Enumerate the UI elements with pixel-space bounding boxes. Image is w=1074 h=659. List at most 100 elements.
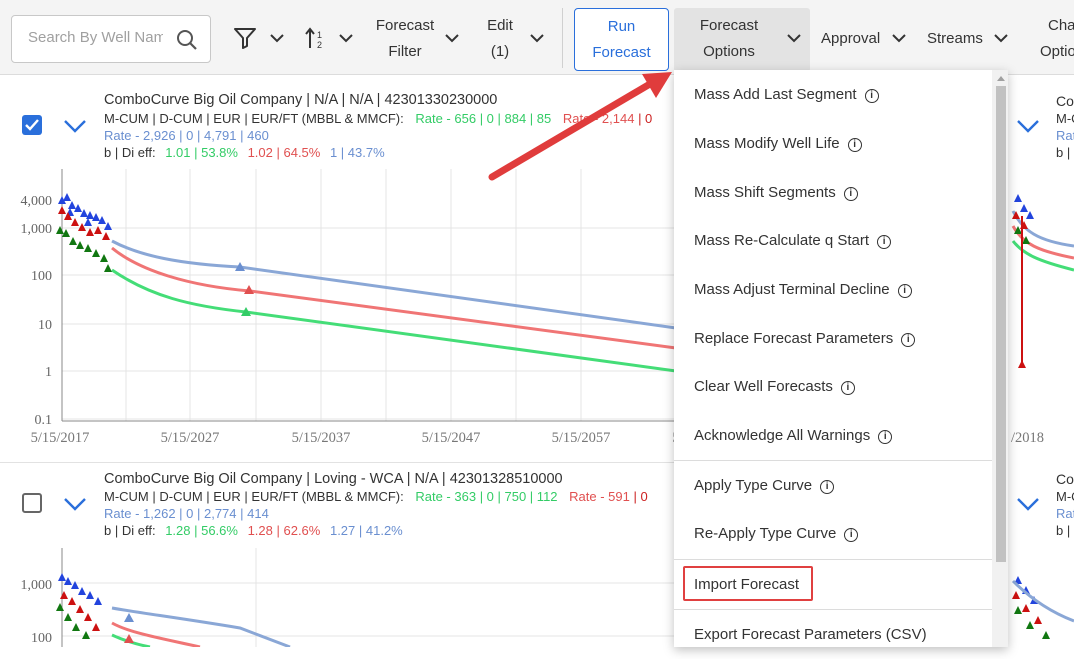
partial-stats: M-C (1056, 489, 1074, 504)
streams-button[interactable]: Streams (927, 26, 983, 52)
x-tick: 5/15/2037 (292, 430, 351, 446)
partial-x-tick: /2018 (1011, 430, 1044, 446)
menu-scrollbar-thumb[interactable] (996, 86, 1006, 562)
chevron-down-icon[interactable] (993, 33, 1009, 43)
chevron-down-icon[interactable] (891, 33, 907, 43)
y-tick: 10 (38, 318, 52, 333)
menu-item-label: Export Forecast Parameters (CSV) (694, 626, 927, 643)
oil-history-points (56, 226, 112, 272)
partial-water-stats: Rat (1056, 506, 1074, 521)
info-icon[interactable]: i (878, 430, 893, 444)
chart-options-label-1: Cha (1048, 17, 1074, 34)
menu-item-export-forecast-parameters[interactable]: Export Forecast Parameters (CSV) (674, 610, 992, 659)
forecast-options-label-1: Forecast (699, 17, 759, 34)
chevron-down-icon[interactable] (269, 33, 285, 43)
y-tick: 100 (31, 631, 52, 646)
x-tick: 5/15/2047 (422, 430, 481, 446)
gas-forecast-line (111, 621, 201, 647)
menu-item-mass-modify-well-life[interactable]: Mass Modify Well Life i (674, 119, 992, 168)
forecast-filter-button[interactable]: Forecast Filter (367, 13, 443, 65)
menu-item-label: Mass Re-Calculate q Start (694, 232, 870, 249)
svg-text:1: 1 (317, 30, 322, 40)
forecast-options-menu: Mass Add Last Segment i Mass Modify Well … (674, 70, 1008, 647)
info-icon[interactable]: i (844, 528, 859, 542)
menu-item-label: Mass Add Last Segment (694, 86, 857, 103)
y-tick: 1 (45, 365, 52, 380)
forecast-filter-label-1: Forecast (375, 17, 435, 34)
y-tick: 1,000 (21, 578, 53, 593)
oil-forecast-line (111, 268, 676, 373)
chevron-down-icon[interactable] (1016, 497, 1040, 511)
search-box[interactable] (11, 15, 211, 63)
x-tick: 5/15/2057 (552, 430, 611, 446)
y-tick: 4,000 (21, 194, 53, 209)
info-icon[interactable]: i (901, 333, 916, 347)
info-icon[interactable]: i (847, 138, 862, 152)
chevron-down-icon[interactable] (338, 33, 354, 43)
info-icon[interactable]: i (843, 187, 858, 201)
search-icon[interactable] (175, 28, 199, 52)
y-tick: 100 (31, 269, 52, 284)
chart-options-label-2: Optio (1040, 43, 1074, 60)
info-icon[interactable]: i (820, 480, 835, 494)
water-history-points (58, 193, 112, 230)
forecast-options-button[interactable]: Forecast Options (674, 8, 810, 72)
menu-item-mass-adjust-terminal-decline[interactable]: Mass Adjust Terminal Decline i (674, 265, 992, 314)
menu-item-mass-recalculate-q-start[interactable]: Mass Re-Calculate q Start i (674, 216, 992, 265)
menu-item-label: Mass Modify Well Life (694, 135, 840, 152)
menu-item-apply-type-curve[interactable]: Apply Type Curve i (674, 461, 992, 510)
chevron-down-icon (787, 34, 801, 43)
menu-item-label: Mass Adjust Terminal Decline (694, 281, 890, 298)
right-partial-cards: Co M-C Rat b | /2018 Co M-C Rat b | (1008, 76, 1074, 647)
chart-options-button[interactable]: Cha Optio (1040, 13, 1074, 65)
info-icon[interactable]: i (864, 89, 879, 103)
forecast-options-label-2: Options (703, 43, 755, 60)
gas-marker (124, 634, 134, 643)
y-tick: 1,000 (21, 222, 53, 237)
info-icon[interactable]: i (877, 235, 892, 249)
y-tick: 0.1 (35, 413, 53, 428)
well-card: ComboCurve Big Oil Company | Loving - WC… (0, 463, 676, 647)
filter-icon[interactable] (233, 27, 257, 49)
chevron-down-icon[interactable] (529, 33, 545, 43)
sort-icon[interactable]: 1 2 (305, 27, 327, 51)
annotation-arrow-icon (488, 72, 672, 181)
partial-title: Co (1056, 471, 1074, 487)
scroll-up-icon[interactable] (996, 74, 1006, 82)
menu-item-label: Replace Forecast Parameters (694, 330, 894, 347)
search-input[interactable] (28, 29, 163, 46)
info-icon[interactable]: i (840, 381, 855, 395)
x-tick: 5/15/2017 (31, 430, 90, 446)
svg-text:2: 2 (317, 40, 322, 50)
toolbar-divider (562, 8, 563, 68)
menu-item-clear-well-forecasts[interactable]: Clear Well Forecasts i (674, 362, 992, 411)
gas-history-points (60, 591, 100, 631)
x-tick: 5/15/2027 (161, 430, 220, 446)
water-forecast-line (111, 606, 291, 647)
menu-item-label: Clear Well Forecasts (694, 378, 833, 395)
menu-item-label: Mass Shift Segments (694, 184, 836, 201)
streams-label: Streams (927, 30, 983, 47)
partial-chart: /2018 (1011, 194, 1074, 639)
menu-item-mass-add-last-segment[interactable]: Mass Add Last Segment i (674, 70, 992, 119)
chevron-down-icon[interactable] (444, 33, 460, 43)
edit-label: Edit (487, 17, 513, 34)
info-icon[interactable]: i (897, 284, 912, 298)
menu-item-label: Acknowledge All Warnings (694, 427, 871, 444)
water-history-points (58, 573, 102, 605)
menu-item-acknowledge-all-warnings[interactable]: Acknowledge All Warnings i (674, 411, 992, 460)
run-label-1: Run (607, 18, 636, 35)
water-marker (124, 613, 134, 622)
edit-button[interactable]: Edit (1) (478, 13, 522, 65)
menu-item-reapply-type-curve[interactable]: Re-Apply Type Curve i (674, 509, 992, 558)
forecast-filter-label-2: Filter (388, 43, 422, 60)
menu-item-label: Apply Type Curve (694, 477, 813, 494)
partial-b-di: b | (1056, 523, 1071, 538)
menu-item-replace-forecast-parameters[interactable]: Replace Forecast Parameters i (674, 314, 992, 363)
import-forecast-highlight (683, 566, 813, 601)
menu-item-label: Re-Apply Type Curve (694, 525, 837, 542)
approval-label: Approval (821, 30, 881, 47)
approval-button[interactable]: Approval (821, 26, 880, 52)
menu-item-mass-shift-segments[interactable]: Mass Shift Segments i (674, 168, 992, 217)
forecast-chart: 1,000 100 (21, 548, 676, 647)
